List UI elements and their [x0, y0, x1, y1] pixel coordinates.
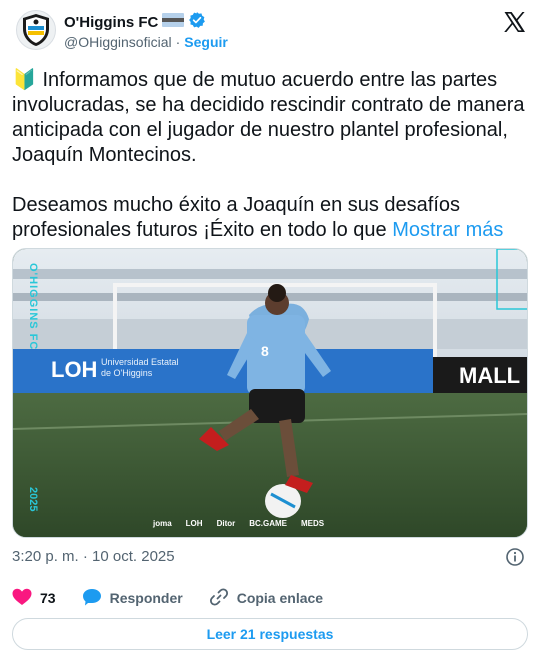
author-name[interactable]: O'Higgins FC: [64, 14, 158, 31]
reply-bubble-icon: [82, 588, 102, 609]
tweet-paragraph-1-text: Informamos que de mutuo acuerdo entre la…: [12, 69, 525, 166]
flag-icon: [162, 12, 185, 33]
read-replies-button[interactable]: Leer 21 respuestas: [12, 618, 528, 650]
tweet-paragraph-1: 🔰 Informamos que de mutuo acuerdo entre …: [12, 68, 528, 168]
tweet-text: 🔰 Informamos que de mutuo acuerdo entre …: [12, 68, 528, 243]
sponsor-bcgame: BC.GAME: [249, 519, 288, 528]
ad-board-right: MALL: [459, 363, 521, 388]
ad-board-text-line-1: Universidad Estatal: [101, 357, 179, 367]
sponsor-strip: joma LOH Ditor BC.GAME MEDS: [153, 519, 324, 528]
tweet-media-photo[interactable]: O'HIGGINS FC 2025 LOH Universidad Estata…: [12, 248, 528, 538]
reply-button[interactable]: Responder: [82, 588, 183, 609]
side-year-text: 2025: [27, 487, 39, 512]
author-handle[interactable]: @OHigginsoficial: [64, 34, 172, 50]
ad-board-left: LOH: [51, 357, 98, 382]
beginner-emoji: 🔰: [12, 69, 37, 91]
avatar[interactable]: [16, 10, 56, 50]
tweet-timestamp[interactable]: 3:20 p. m. · 10 oct. 2025: [12, 548, 175, 565]
sponsor-ditor: Ditor: [216, 519, 236, 528]
copy-link-label: Copia enlace: [236, 590, 324, 606]
info-icon[interactable]: [505, 547, 525, 567]
show-more-link[interactable]: Mostrar más: [392, 219, 503, 241]
x-logo-icon[interactable]: [502, 10, 526, 34]
tweet-actions: 73 Responder Copia enlace: [12, 586, 349, 610]
sponsor-joma: joma: [153, 519, 172, 528]
separator: ·: [175, 34, 181, 50]
follow-button[interactable]: Seguir: [184, 34, 228, 50]
tweet-paragraph-2: Deseamos mucho éxito a Joaquín en sus de…: [12, 193, 528, 243]
side-brand-text: O'HIGGINS FC: [27, 263, 39, 351]
player-photo: [13, 249, 527, 537]
ad-board-text: Universidad Estatal de O'Higgins: [101, 357, 179, 379]
ad-board-text-line-2: de O'Higgins: [101, 368, 153, 378]
handle-row: @OHigginsoficial · Seguir: [64, 34, 228, 50]
reply-label: Responder: [109, 590, 183, 606]
heart-icon: [12, 588, 32, 609]
verified-badge-icon: [188, 11, 206, 34]
like-button[interactable]: 73: [12, 588, 56, 609]
sponsor-loh: LOH: [185, 519, 203, 528]
link-icon: [209, 587, 229, 610]
club-crest-icon: [23, 14, 49, 46]
jersey-number: 8: [261, 343, 269, 359]
like-count: 73: [40, 590, 56, 606]
sponsor-meds: MEDS: [301, 519, 325, 528]
tweet-header: O'Higgins FC @OHigginsoficial · Seguir: [12, 8, 528, 58]
author-name-row: O'Higgins FC: [64, 11, 206, 34]
copy-link-button[interactable]: Copia enlace: [209, 587, 323, 610]
